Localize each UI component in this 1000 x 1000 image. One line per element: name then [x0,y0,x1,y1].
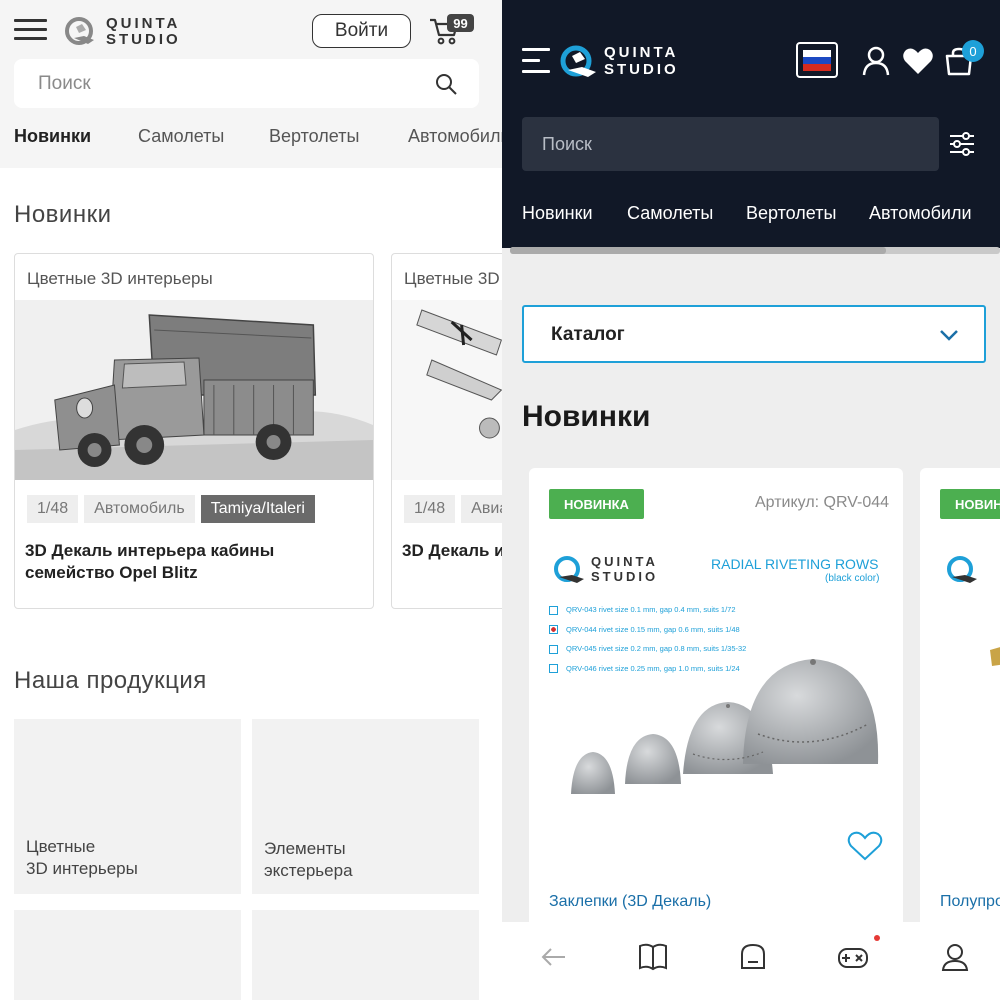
catalog-dropdown[interactable]: Каталог [522,305,986,363]
nav-tab-cars[interactable]: Автомобили [408,126,502,147]
product-image-partial [990,647,1000,666]
product-tile[interactable] [14,910,241,1000]
filter-icon[interactable] [948,130,976,158]
search-bar [14,59,479,108]
nav-tab-planes[interactable]: Самолеты [138,126,224,147]
header: QUINTA STUDIO 0 Нов [502,0,1000,248]
logo-icon [554,556,584,583]
back-arrow-icon[interactable] [537,940,571,974]
tag-scale[interactable]: 1/48 [27,495,79,523]
product-name-link[interactable]: Полупрозрачные [940,893,1000,911]
nav-tab-helicopters[interactable]: Вертолеты [269,126,359,147]
product-card[interactable]: Цветные 3D интерьеры 1/48 Авиация 3D Дек… [391,253,502,609]
logo[interactable]: QUINTA STUDIO [558,42,688,82]
category-scrollbar[interactable] [510,247,1000,254]
search-icon[interactable] [434,72,458,96]
product-card[interactable]: НОВИНКА Артикул: QRV-044 QUINTA STUDIO R… [529,468,903,938]
right-screen: QUINTA STUDIO 0 Нов [502,0,1000,1000]
russia-flag-icon[interactable] [796,42,838,78]
rivet-domes-illustration [571,659,879,794]
product-tile-exterior-elements[interactable]: Элементы экстерьера [252,719,479,894]
section-title-products: Наша продукция [14,667,207,694]
nav-tab-new[interactable]: Новинки [522,203,593,224]
left-screen: QUINTA STUDIO Войти 99 Новинки Самолеты … [0,0,502,1000]
profile-icon[interactable] [938,940,972,974]
section-title-new: Новинки [522,400,651,433]
product-image-rivets[interactable]: QUINTA STUDIO RADIAL RIVETING ROWS (blac… [543,544,893,834]
product-name-link[interactable]: Заклепки (3D Декаль) [549,893,711,911]
header: QUINTA STUDIO Войти 99 Новинки Самолеты … [0,0,502,168]
heart-icon[interactable] [902,45,934,77]
product-image-aircraft[interactable] [392,300,502,480]
card-title[interactable]: 3D Декаль интерьера кабины семейство Ope… [25,540,365,584]
nav-tab-cars[interactable]: Автомобили [869,203,972,224]
tag-type[interactable]: Автомобиль [84,495,195,523]
product-image-truck[interactable] [15,300,373,480]
logo-icon [560,45,596,77]
book-icon[interactable] [636,940,670,974]
menu-icon[interactable] [522,48,550,74]
card-category: Цветные 3D интерьеры [27,269,213,288]
logo-icon [947,556,977,583]
brand-word-2: STUDIO [106,31,181,48]
tag-type[interactable]: Авиация [461,495,502,523]
brand-word-1: QUINTA [604,44,679,61]
nav-tab-new[interactable]: Новинки [14,126,91,147]
logo-icon [65,17,94,45]
card-tags: 1/48 Авиация [404,495,502,523]
catalog-label: Каталог [551,324,625,345]
search-bar [522,117,939,171]
home-icon[interactable] [736,940,770,974]
cart-count-badge: 0 [962,40,984,62]
product-tile-colored-interiors[interactable]: Цветные 3D интерьеры [14,719,241,894]
nav-tab-helicopters[interactable]: Вертолеты [746,203,836,224]
cart-count-badge: 99 [447,14,474,32]
logo[interactable]: QUINTA STUDIO [64,14,184,50]
tag-scale[interactable]: 1/48 [404,495,456,523]
tile-label: Элементы экстерьера [264,839,353,880]
product-tile[interactable] [252,910,479,1000]
new-badge: НОВИНКА [549,489,644,519]
menu-icon[interactable] [14,19,47,45]
product-card[interactable]: НОВИНКА Полупрозрачные [920,468,1000,938]
brand-word-1: QUINTA [106,15,181,32]
bottom-navigation [502,922,1000,1000]
sku-label: Артикул: QRV-044 [755,494,890,511]
product-card[interactable]: Цветные 3D интерьеры 1/48 Автомобиль Tam… [14,253,374,609]
user-icon[interactable] [860,45,892,77]
card-category: Цветные 3D интерьеры [404,269,502,288]
new-badge: НОВИНКА [940,489,1000,519]
card-title[interactable]: 3D Декаль интерьера кабины Ar 196A-3 [402,540,502,562]
chevron-down-icon [940,330,958,341]
brand-word-2: STUDIO [604,61,679,78]
gamepad-icon[interactable] [836,940,870,974]
card-tags: 1/48 Автомобиль Tamiya/Italeri [27,495,315,523]
section-title-new: Новинки [14,201,112,228]
tag-brand[interactable]: Tamiya/Italeri [200,495,315,523]
notification-dot [874,935,880,941]
search-input[interactable] [522,117,939,171]
nav-tab-planes[interactable]: Самолеты [627,203,713,224]
tile-label: Цветные 3D интерьеры [26,837,138,878]
login-button[interactable]: Войти [312,14,411,48]
favorite-heart-icon[interactable] [847,830,883,862]
search-input[interactable] [14,59,414,108]
